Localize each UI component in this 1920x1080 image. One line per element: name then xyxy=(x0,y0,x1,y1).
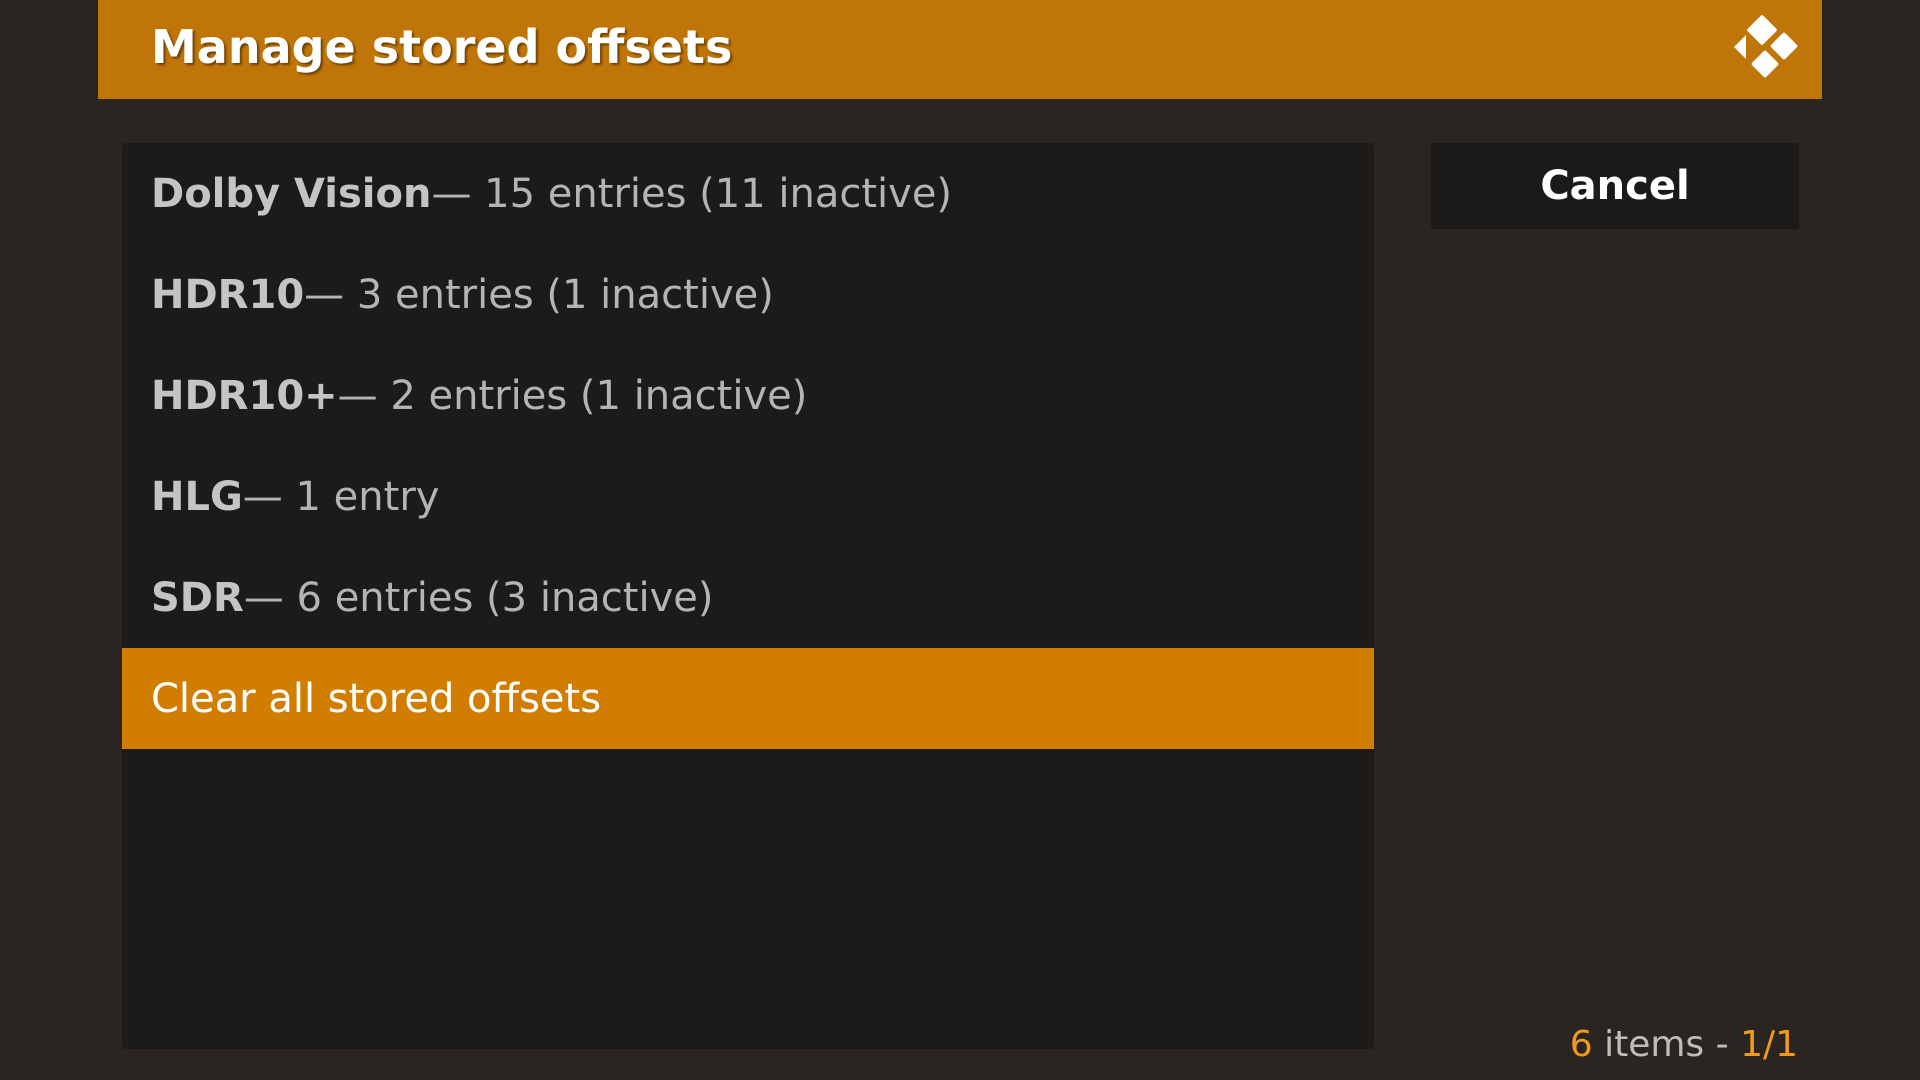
item-count-text: items - xyxy=(1592,1024,1741,1065)
list-item-hdr10-plus[interactable]: HDR10+ — 2 entries (1 inactive) xyxy=(122,345,1374,446)
item-count-number: 6 xyxy=(1569,1024,1593,1065)
list-item-detail: — 2 entries (1 inactive) xyxy=(337,372,808,419)
list-item-name: Dolby Vision xyxy=(151,170,432,217)
list-item-detail: — 3 entries (1 inactive) xyxy=(304,271,774,318)
page-indicator: 1/1 xyxy=(1740,1024,1798,1065)
cancel-button[interactable]: Cancel xyxy=(1431,143,1799,229)
list-item-name: HLG xyxy=(151,473,243,520)
list-item-hdr10[interactable]: HDR10 — 3 entries (1 inactive) xyxy=(122,244,1374,345)
list-item-name: SDR xyxy=(151,574,244,621)
list-item-hlg[interactable]: HLG — 1 entry xyxy=(122,446,1374,547)
dialog-header: Manage stored offsets xyxy=(98,0,1822,99)
item-count: 6 items - 1/1 xyxy=(1570,1020,1798,1070)
list-item-name: HDR10 xyxy=(151,271,305,318)
dialog-title: Manage stored offsets xyxy=(151,20,733,74)
list-item-detail: — 6 entries (3 inactive) xyxy=(243,574,714,621)
list-item-dolby-vision[interactable]: Dolby Vision — 15 entries (11 inactive) xyxy=(122,143,1374,244)
kodi-logo-icon xyxy=(1734,15,1798,78)
clear-all-offsets-item[interactable]: Clear all stored offsets xyxy=(122,648,1374,749)
list-item-detail: — 15 entries (11 inactive) xyxy=(431,170,953,217)
list-item-name: HDR10+ xyxy=(151,372,338,419)
list-item-sdr[interactable]: SDR — 6 entries (3 inactive) xyxy=(122,547,1374,648)
clear-all-label: Clear all stored offsets xyxy=(151,675,602,722)
list-item-detail: — 1 entry xyxy=(242,473,440,520)
dialog-screen: Manage stored offsets Dolby Vision — 15 … xyxy=(0,0,1920,1080)
offsets-list: Dolby Vision — 15 entries (11 inactive) … xyxy=(122,143,1374,1049)
